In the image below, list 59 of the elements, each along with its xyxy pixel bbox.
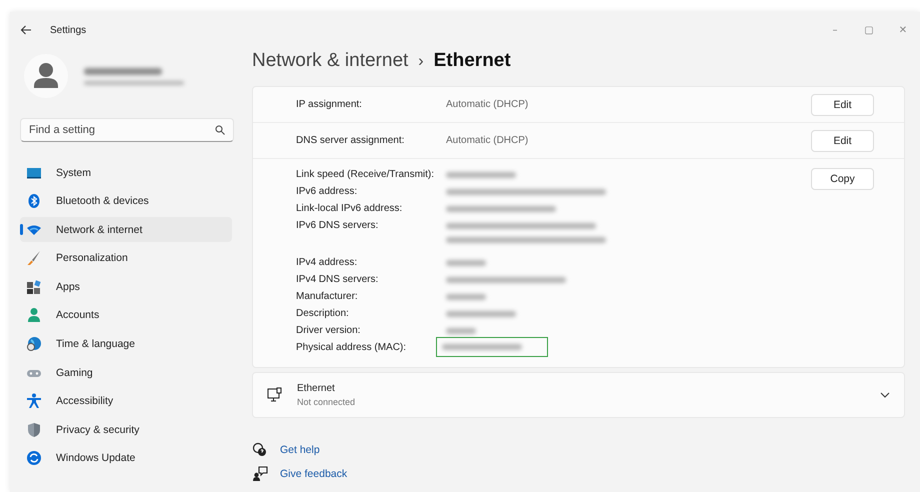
shield-icon	[26, 422, 42, 438]
edit-button[interactable]: Edit	[811, 94, 874, 116]
help-link[interactable]: Give feedback	[280, 468, 348, 480]
accessibility-icon	[26, 393, 42, 410]
adapter-status: Not connected	[297, 397, 356, 407]
globe-clock-icon	[26, 336, 42, 352]
property-label: IPv6 DNS servers:	[296, 219, 380, 233]
breadcrumb-separator: ›	[418, 53, 424, 71]
feedback-icon	[252, 466, 268, 482]
sidebar-item[interactable]: Time & language	[20, 332, 232, 357]
property-label: Manufacturer:	[296, 290, 359, 304]
blurred-value	[446, 328, 476, 334]
update-icon	[26, 450, 42, 466]
property-label: Link speed (Receive/Transmit):	[296, 168, 436, 182]
setting-value: Automatic (DHCP)	[446, 99, 530, 110]
blurred-value	[446, 172, 516, 178]
sidebar-item[interactable]: Personalization	[20, 246, 232, 271]
sidebar-item[interactable]: Gaming	[20, 360, 232, 386]
copy-button[interactable]: Copy	[811, 168, 874, 190]
sidebar-item[interactable]: Apps	[20, 274, 232, 300]
search-icon	[215, 125, 225, 135]
apps-icon	[26, 278, 42, 295]
help-icon	[252, 442, 268, 458]
sidebar-item[interactable]: Accounts	[20, 302, 232, 328]
edit-button[interactable]: Edit	[811, 130, 874, 152]
sidebar-item[interactable]: Network & internet	[20, 217, 232, 242]
adapter-name: Ethernet	[297, 383, 336, 394]
breadcrumb-link[interactable]: Network & internet	[252, 50, 408, 72]
setting-label: IP assignment:	[296, 99, 363, 110]
bluetooth-icon	[26, 193, 42, 210]
computer-icon	[267, 387, 283, 403]
sidebar-item[interactable]: System	[20, 160, 232, 185]
blurred-value	[446, 294, 486, 300]
window-title: Settings	[50, 24, 86, 36]
paintbrush-icon	[26, 250, 42, 266]
property-label: Description:	[296, 307, 350, 321]
help-link[interactable]: Get help	[280, 444, 320, 456]
setting-value: Automatic (DHCP)	[446, 135, 530, 146]
property-label: Link-local IPv6 address:	[296, 202, 404, 216]
chevron-icon[interactable]	[880, 392, 890, 398]
selection-indicator	[20, 224, 23, 236]
adapter-card[interactable]: Ethernet Not connected	[252, 372, 905, 418]
sidebar-item[interactable]: Bluetooth & devices	[20, 188, 232, 214]
property-label: Physical address (MAC):	[296, 341, 408, 355]
search-field[interactable]: Find a setting	[20, 118, 234, 142]
property-label: Driver version:	[296, 324, 362, 338]
blurred-value	[446, 260, 486, 266]
setting-label: DNS server assignment:	[296, 135, 406, 146]
avatar-icon	[24, 54, 68, 98]
sidebar-item[interactable]: Privacy & security	[20, 417, 232, 442]
sidebar-item[interactable]: Windows Update	[20, 446, 232, 471]
page-title: Ethernet	[434, 50, 511, 72]
property-label: IPv6 address:	[296, 185, 358, 199]
sidebar-item[interactable]: Accessibility	[20, 388, 232, 414]
person-icon	[26, 307, 42, 324]
property-label: IPv4 DNS servers:	[296, 273, 380, 287]
property-label: IPv4 address:	[296, 256, 358, 270]
blurred-value	[446, 311, 516, 317]
back-icon[interactable]	[20, 24, 32, 36]
